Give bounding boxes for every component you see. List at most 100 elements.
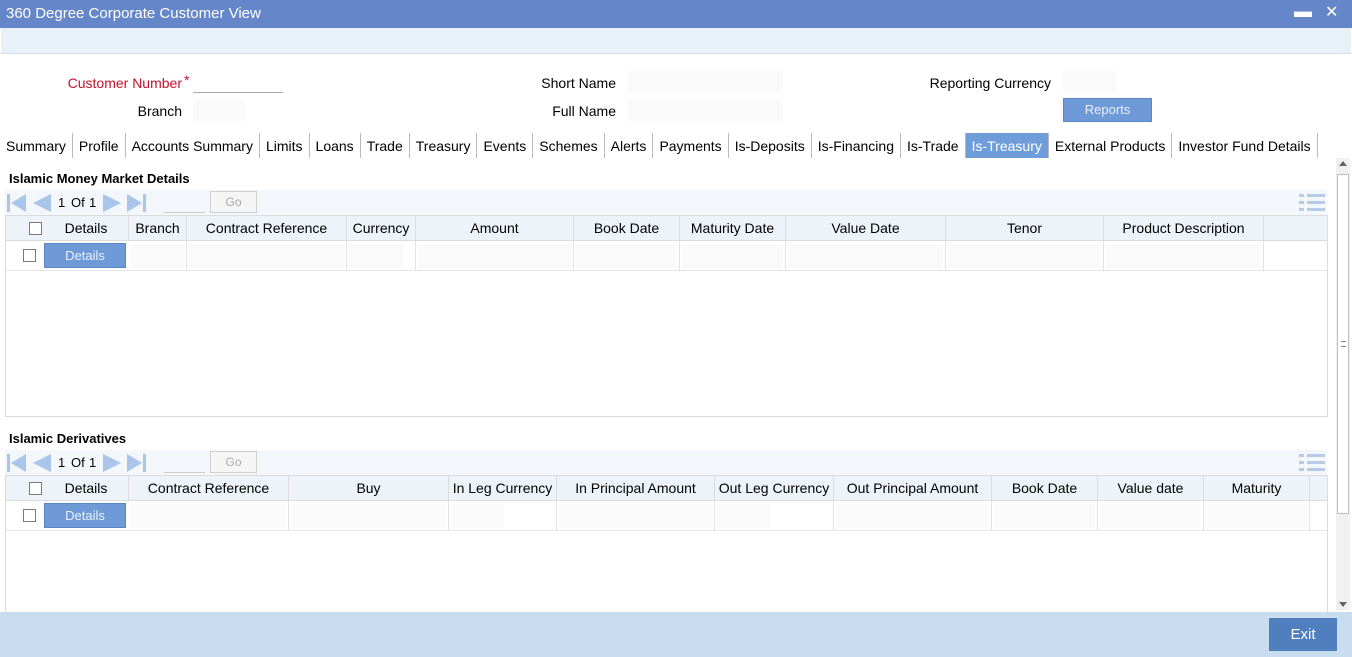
tab-bar: Summary Profile Accounts Summary Limits … [0, 133, 1318, 158]
select-all-checkbox[interactable] [29, 482, 42, 495]
page-number-input[interactable] [164, 452, 205, 473]
branch-input[interactable] [193, 99, 245, 121]
short-name-label: Short Name [541, 75, 616, 91]
column-header: Book Date [574, 216, 680, 241]
table-cell[interactable] [187, 241, 347, 271]
next-page-icon[interactable] [103, 194, 121, 212]
column-header: Contract Reference [187, 216, 347, 241]
table-cell[interactable] [557, 501, 715, 531]
total-pages: 1 [89, 455, 97, 470]
tab-content: Islamic Money Market Details 1 Of 1 Go D… [5, 158, 1335, 612]
grid-settings-icon[interactable] [1299, 454, 1325, 472]
column-header: Details [44, 476, 129, 501]
column-header: Amount [416, 216, 574, 241]
tab-summary[interactable]: Summary [0, 133, 73, 158]
table-header: Details Contract Reference Buy In Leg Cu… [6, 476, 1327, 501]
reporting-currency-input[interactable] [1063, 71, 1116, 93]
money-market-table: Details Branch Contract Reference Curren… [5, 215, 1328, 417]
required-mark: * [184, 72, 190, 88]
window-title-bar: 360 Degree Corporate Customer View [0, 0, 1352, 28]
customer-number-input[interactable] [193, 71, 283, 93]
exit-button[interactable]: Exit [1269, 618, 1337, 651]
table-cell[interactable] [129, 241, 187, 271]
tab-alerts[interactable]: Alerts [605, 133, 654, 158]
table-cell[interactable] [416, 241, 574, 271]
column-header: Maturity Date [680, 216, 786, 241]
tab-limits[interactable]: Limits [260, 133, 310, 158]
table-cell[interactable] [680, 241, 786, 271]
column-header: Branch [129, 216, 187, 241]
column-header: Details [44, 216, 129, 241]
previous-page-icon[interactable] [33, 194, 51, 212]
table-cell[interactable] [992, 501, 1098, 531]
full-name-input[interactable] [628, 99, 783, 121]
tab-is-deposits[interactable]: Is-Deposits [729, 133, 812, 158]
details-button[interactable]: Details [44, 243, 126, 268]
go-button[interactable]: Go [210, 191, 257, 213]
row-checkbox[interactable] [23, 249, 36, 262]
table-cell[interactable] [1204, 501, 1310, 531]
table-row: Details [6, 241, 1327, 271]
table-cell[interactable] [574, 241, 680, 271]
tab-is-treasury[interactable]: Is-Treasury [965, 133, 1049, 158]
column-header: Out Leg Currency [715, 476, 834, 501]
tab-accounts-summary[interactable]: Accounts Summary [126, 133, 260, 158]
tab-payments[interactable]: Payments [653, 133, 729, 158]
tab-schemes[interactable]: Schemes [533, 133, 605, 158]
table-cell[interactable] [129, 501, 289, 531]
tab-profile[interactable]: Profile [73, 133, 126, 158]
details-button[interactable]: Details [44, 503, 126, 528]
close-icon[interactable]: ✕ [1325, 2, 1338, 22]
vertical-scrollbar[interactable] [1336, 158, 1350, 610]
last-page-icon[interactable] [127, 454, 147, 472]
go-button[interactable]: Go [210, 451, 257, 473]
short-name-input[interactable] [628, 71, 783, 93]
column-header: In Principal Amount [557, 476, 715, 501]
page-number-input[interactable] [164, 192, 205, 213]
customer-number-label: Customer Number [67, 75, 182, 91]
row-checkbox[interactable] [23, 509, 36, 522]
scroll-up-icon[interactable] [1339, 161, 1347, 166]
column-header: Currency [347, 216, 416, 241]
table-cell[interactable] [1104, 241, 1264, 271]
table-cell[interactable] [289, 501, 449, 531]
tab-external-products[interactable]: External Products [1049, 133, 1173, 158]
derivatives-title: Islamic Derivatives [9, 431, 127, 446]
next-page-icon[interactable] [103, 454, 121, 472]
table-cell[interactable] [449, 501, 557, 531]
full-name-label: Full Name [552, 103, 616, 119]
table-cell[interactable] [786, 241, 946, 271]
column-header: Product Description [1104, 216, 1264, 241]
select-all-checkbox[interactable] [29, 222, 42, 235]
tab-treasury[interactable]: Treasury [410, 133, 478, 158]
table-cell[interactable] [715, 501, 834, 531]
first-page-icon[interactable] [7, 194, 27, 212]
tab-is-trade[interactable]: Is-Trade [901, 133, 966, 158]
table-cell[interactable] [1098, 501, 1204, 531]
tab-trade[interactable]: Trade [361, 133, 410, 158]
table-cell[interactable] [347, 241, 416, 271]
current-page: 1 [58, 455, 66, 470]
derivatives-pager: 1 Of 1 Go [5, 450, 1327, 475]
table-cell[interactable] [834, 501, 992, 531]
table-cell[interactable] [946, 241, 1104, 271]
reports-button[interactable]: Reports [1063, 98, 1152, 122]
scroll-down-icon[interactable] [1339, 602, 1347, 607]
grid-settings-icon[interactable] [1299, 194, 1325, 212]
column-header: Out Principal Amount [834, 476, 992, 501]
previous-page-icon[interactable] [33, 454, 51, 472]
column-header: Book Date [992, 476, 1098, 501]
money-market-title: Islamic Money Market Details [9, 171, 190, 186]
last-page-icon[interactable] [127, 194, 147, 212]
tab-investor-fund-details[interactable]: Investor Fund Details [1172, 133, 1318, 158]
column-header: Buy [289, 476, 449, 501]
tab-events[interactable]: Events [477, 133, 534, 158]
scroll-thumb[interactable] [1337, 174, 1349, 514]
first-page-icon[interactable] [7, 454, 27, 472]
table-header: Details Branch Contract Reference Curren… [6, 216, 1327, 241]
current-page: 1 [58, 195, 66, 210]
tab-loans[interactable]: Loans [310, 133, 361, 158]
toolbar-strip [1, 28, 1351, 54]
tab-is-financing[interactable]: Is-Financing [812, 133, 901, 158]
minimize-icon[interactable]: ▬ [1294, 1, 1312, 22]
